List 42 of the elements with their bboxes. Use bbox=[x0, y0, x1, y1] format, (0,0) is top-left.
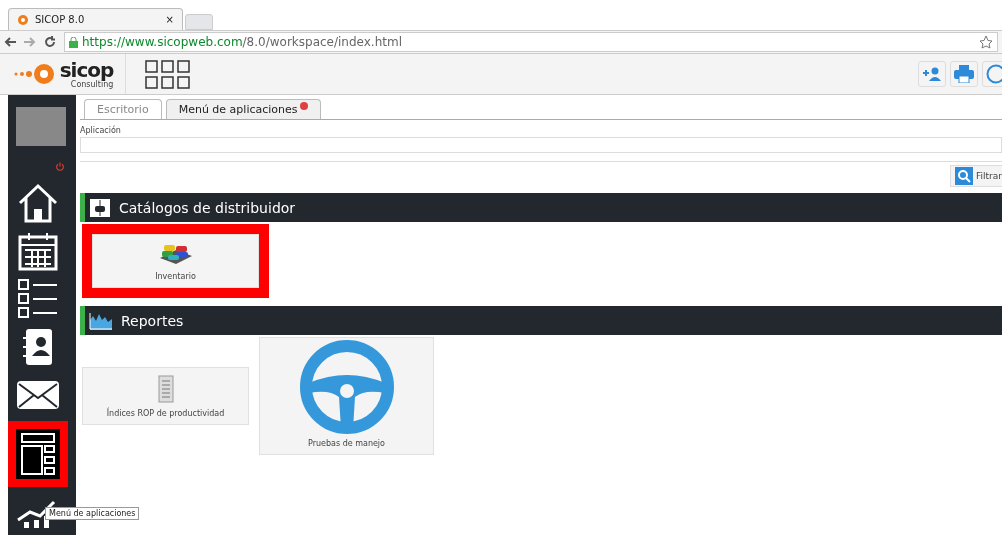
add-user-button[interactable] bbox=[918, 61, 946, 87]
application-field[interactable] bbox=[80, 137, 1002, 153]
print-button[interactable] bbox=[950, 61, 978, 87]
document-icon bbox=[157, 375, 174, 403]
help-icon bbox=[986, 64, 1002, 84]
back-icon[interactable] bbox=[4, 37, 16, 47]
tab[interactable]: Menú de aplicaciones bbox=[165, 99, 321, 119]
logo-text: sicop bbox=[59, 59, 114, 80]
steering-wheel-icon bbox=[298, 339, 395, 435]
reload-icon[interactable] bbox=[44, 36, 56, 48]
app-tile[interactable]: Pruebas de manejo bbox=[259, 337, 434, 455]
star-icon[interactable] bbox=[979, 35, 993, 49]
tooltip: Menú de aplicaciones bbox=[45, 507, 140, 520]
close-icon[interactable]: × bbox=[165, 14, 174, 25]
calendar-icon bbox=[17, 231, 59, 271]
field-label: Aplicación bbox=[80, 126, 122, 135]
checklist-icon bbox=[17, 277, 59, 321]
section-title: Catálogos de distribuidor bbox=[119, 199, 296, 216]
book-icon bbox=[89, 197, 111, 218]
filter-button[interactable]: Filtrar bbox=[950, 165, 1002, 187]
sidebar-item[interactable] bbox=[8, 421, 68, 487]
search-icon bbox=[955, 167, 974, 185]
area-chart-icon bbox=[89, 311, 113, 330]
browser-tab[interactable]: SICOP 8.0 × bbox=[8, 8, 183, 30]
printer-icon bbox=[954, 65, 974, 83]
home-icon bbox=[17, 183, 59, 223]
url-text: https://www.sicopweb.com/8.0/workspace/index.html bbox=[82, 35, 402, 49]
contacts-icon bbox=[22, 328, 54, 366]
layout-icon bbox=[20, 432, 56, 476]
lock-icon bbox=[69, 36, 78, 48]
app-tile[interactable]: Índices ROP de productividad bbox=[82, 367, 249, 425]
section-title: Reportes bbox=[121, 312, 184, 329]
tab-title: SICOP 8.0 bbox=[35, 14, 85, 25]
help-button[interactable] bbox=[982, 61, 1002, 87]
tab[interactable]: Escritorio bbox=[84, 99, 162, 119]
close-icon[interactable] bbox=[299, 102, 308, 110]
address-bar[interactable]: https://www.sicopweb.com/8.0/workspace/index.html bbox=[64, 32, 998, 52]
sicop-logo-icon bbox=[17, 13, 29, 26]
add-user-icon bbox=[922, 67, 942, 81]
avatar-placeholder bbox=[16, 107, 66, 147]
mail-icon bbox=[16, 380, 60, 410]
logo-subtitle: Consulting bbox=[70, 79, 114, 89]
